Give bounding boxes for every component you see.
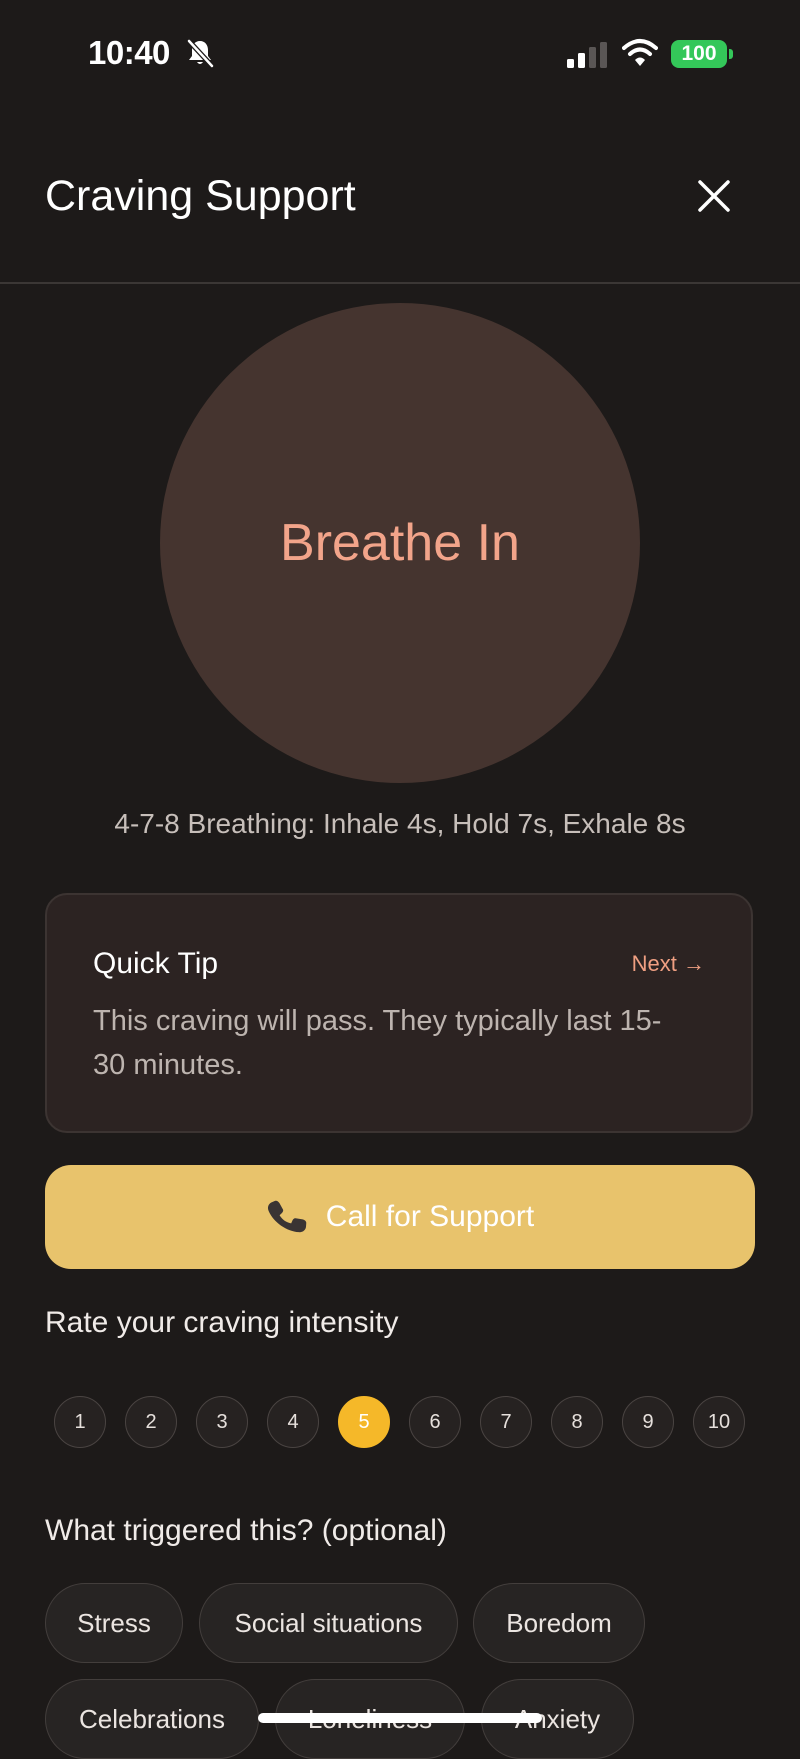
- rating-option-selected[interactable]: 5: [338, 1396, 390, 1448]
- breathing-description: 4-7-8 Breathing: Inhale 4s, Hold 7s, Exh…: [114, 808, 686, 839]
- rating-option[interactable]: 7: [480, 1396, 532, 1448]
- rating-option[interactable]: 6: [409, 1396, 461, 1448]
- rating-option[interactable]: 3: [196, 1396, 248, 1448]
- call-support-button[interactable]: Call for Support: [45, 1165, 755, 1269]
- bell-slash-icon: [187, 39, 214, 68]
- trigger-chip-celebrations[interactable]: Celebrations: [45, 1679, 259, 1759]
- trigger-label: What triggered this? (optional): [45, 1514, 447, 1547]
- page-title: Craving Support: [45, 172, 356, 220]
- rating-option[interactable]: 1: [54, 1396, 106, 1448]
- call-support-label: Call for Support: [325, 1200, 535, 1233]
- tip-body: This craving will pass. They typically l…: [93, 1005, 662, 1081]
- rating-option[interactable]: 4: [267, 1396, 319, 1448]
- battery-nub: [729, 49, 733, 59]
- trigger-chip-social[interactable]: Social situations: [199, 1583, 458, 1663]
- intensity-rating: 1 2 3 4 5 6 7 8 9 10: [54, 1396, 754, 1448]
- rating-option[interactable]: 9: [622, 1396, 674, 1448]
- wifi-icon: [622, 39, 658, 66]
- breathing-circle: Breathe In: [160, 303, 640, 783]
- status-bar: 10:40 100: [0, 0, 800, 110]
- tip-title: Quick Tip: [93, 947, 219, 980]
- trigger-chip-stress[interactable]: Stress: [45, 1583, 183, 1663]
- rating-option[interactable]: 8: [551, 1396, 603, 1448]
- home-indicator: [258, 1713, 542, 1723]
- phone-icon: [267, 1200, 307, 1233]
- header: Craving Support: [0, 160, 800, 284]
- status-time: 10:40: [88, 34, 170, 71]
- quick-tip-card: Quick Tip Next → This craving will pass.…: [45, 893, 753, 1133]
- breath-phase: Breathe In: [280, 514, 520, 572]
- close-icon[interactable]: [690, 172, 738, 220]
- next-tip-button[interactable]: Next →: [632, 951, 705, 977]
- rating-option[interactable]: 2: [125, 1396, 177, 1448]
- trigger-chip-boredom[interactable]: Boredom: [473, 1583, 645, 1663]
- battery-icon: 100: [671, 40, 727, 68]
- rating-option[interactable]: 10: [693, 1396, 745, 1448]
- intensity-label: Rate your craving intensity: [45, 1306, 399, 1339]
- signal-icon: [567, 42, 607, 68]
